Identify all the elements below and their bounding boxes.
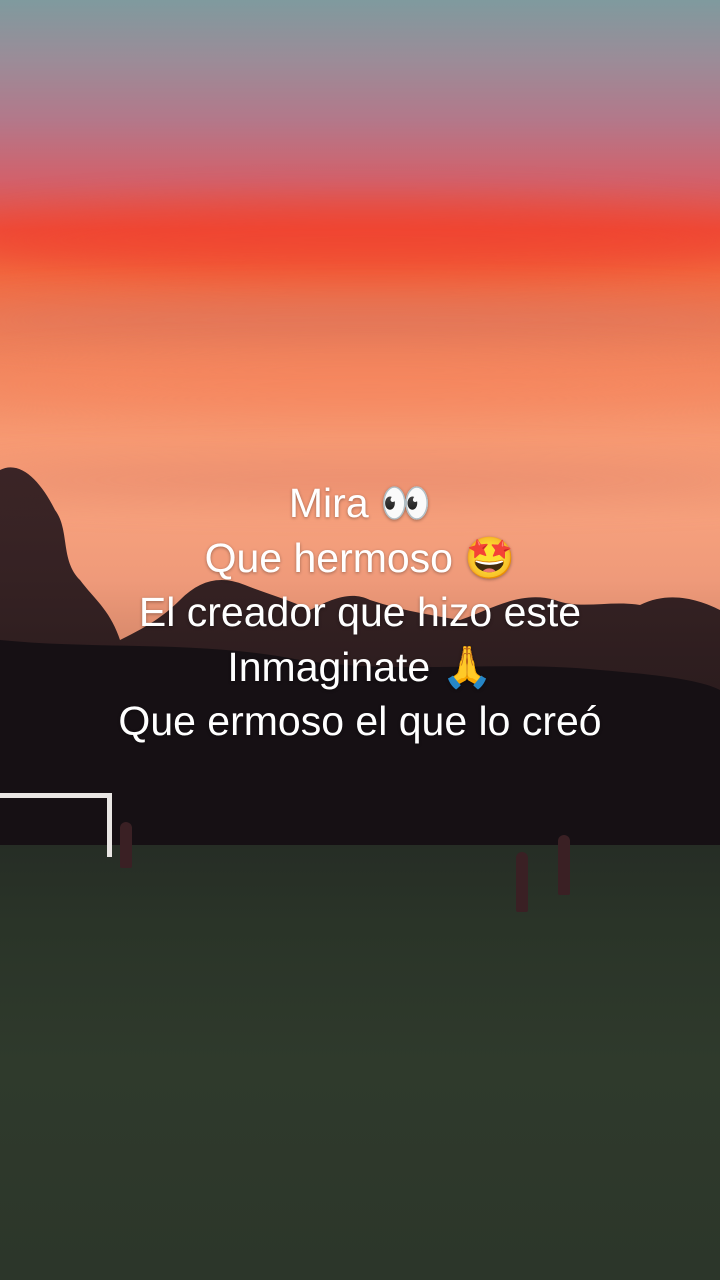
player-silhouette bbox=[120, 822, 132, 868]
video-caption: Mira 👀 Que hermoso 🤩 El creador que hizo… bbox=[0, 476, 720, 749]
caption-line: Que hermoso 🤩 bbox=[204, 534, 516, 581]
caption-line: El creador que hizo este bbox=[138, 589, 582, 635]
soccer-goal bbox=[0, 793, 112, 857]
grass-field bbox=[0, 845, 720, 1280]
caption-line: Que ermoso el que lo creó bbox=[118, 698, 602, 744]
caption-line: Mira 👀 bbox=[288, 480, 432, 526]
video-frame: Mira 👀 Que hermoso 🤩 El creador que hizo… bbox=[0, 0, 720, 1280]
caption-line: Inmaginate 🙏 bbox=[227, 643, 493, 690]
player-silhouette bbox=[558, 835, 570, 895]
player-silhouette bbox=[516, 852, 528, 912]
